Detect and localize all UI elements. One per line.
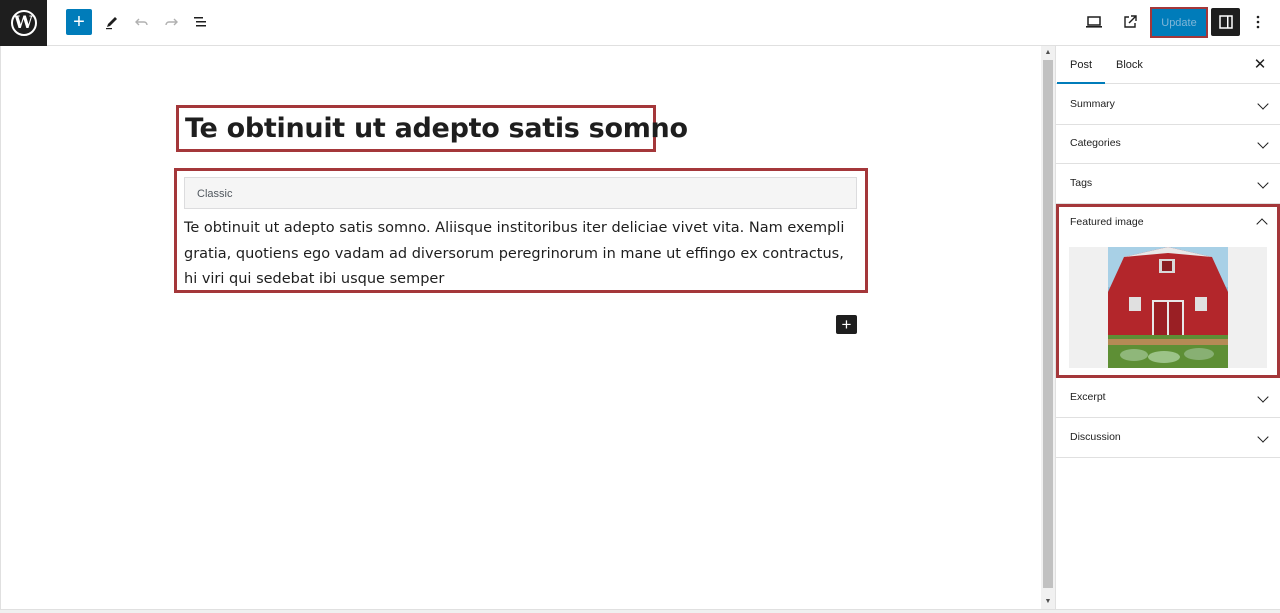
bottom-border — [0, 609, 1280, 613]
classic-block-toolbar[interactable]: Classic — [184, 177, 857, 209]
panel-excerpt[interactable]: Excerpt — [1056, 378, 1280, 418]
panel-summary[interactable]: Summary — [1056, 85, 1280, 125]
update-button[interactable]: Update — [1152, 9, 1206, 36]
redo-icon[interactable] — [160, 11, 182, 33]
add-block-button[interactable]: + — [836, 315, 857, 334]
scroll-down-arrow-icon[interactable]: ▼ — [1044, 598, 1052, 606]
editor-scrollbar[interactable]: ▲ ▼ — [1041, 46, 1055, 609]
panel-tags[interactable]: Tags — [1056, 164, 1280, 204]
scrollbar-thumb[interactable] — [1043, 60, 1053, 588]
chevron-down-icon — [1257, 177, 1269, 189]
editor-toolbar: W + Update — [0, 0, 1280, 46]
update-button-highlight: Update — [1150, 7, 1208, 38]
close-icon[interactable]: ✕ — [1253, 57, 1267, 72]
sidebar-panel-icon — [1218, 15, 1233, 29]
tab-post[interactable]: Post — [1057, 46, 1106, 84]
chevron-down-icon — [1257, 137, 1269, 149]
tab-block[interactable]: Block — [1103, 46, 1156, 84]
preview-device-icon[interactable] — [1083, 11, 1105, 33]
chevron-down-icon — [1257, 431, 1269, 443]
settings-sidebar-toggle[interactable] — [1211, 8, 1240, 36]
view-post-external-icon[interactable] — [1119, 11, 1141, 33]
classic-block-content[interactable]: Te obtinuit ut adepto satis somno. Aliis… — [184, 216, 859, 293]
more-options-icon[interactable] — [1247, 11, 1269, 33]
panel-tags-label: Tags — [1070, 177, 1093, 189]
undo-icon[interactable] — [131, 11, 153, 33]
wordpress-logo[interactable]: W — [0, 0, 47, 46]
panel-discussion-label: Discussion — [1070, 431, 1121, 443]
panel-discussion[interactable]: Discussion — [1056, 418, 1280, 458]
post-title-block[interactable]: Te obtinuit ut adepto satis somno — [176, 105, 688, 152]
post-title[interactable]: Te obtinuit ut adepto satis somno — [185, 113, 688, 144]
wordpress-icon: W — [10, 10, 37, 36]
panel-summary-label: Summary — [1070, 98, 1115, 110]
panel-featured-image[interactable]: Featured image — [1056, 204, 1280, 378]
classic-block[interactable]: Classic Te obtinuit ut adepto satis somn… — [174, 168, 868, 293]
panel-categories[interactable]: Categories — [1056, 124, 1280, 164]
sidebar-tabs: Post Block ✕ — [1056, 46, 1280, 84]
chevron-up-icon — [1256, 218, 1268, 230]
tools-pencil-icon[interactable] — [101, 11, 123, 33]
panel-featured-image-label: Featured image — [1070, 216, 1144, 228]
block-inserter-button[interactable]: + — [66, 9, 92, 35]
chevron-down-icon — [1257, 391, 1269, 403]
scroll-up-arrow-icon[interactable]: ▲ — [1044, 49, 1052, 57]
featured-image-preview[interactable] — [1069, 247, 1267, 368]
panel-categories-label: Categories — [1070, 137, 1121, 149]
document-overview-icon[interactable] — [189, 11, 211, 33]
barn-image — [1108, 247, 1228, 368]
panel-excerpt-label: Excerpt — [1070, 391, 1106, 403]
chevron-down-icon — [1257, 98, 1269, 110]
